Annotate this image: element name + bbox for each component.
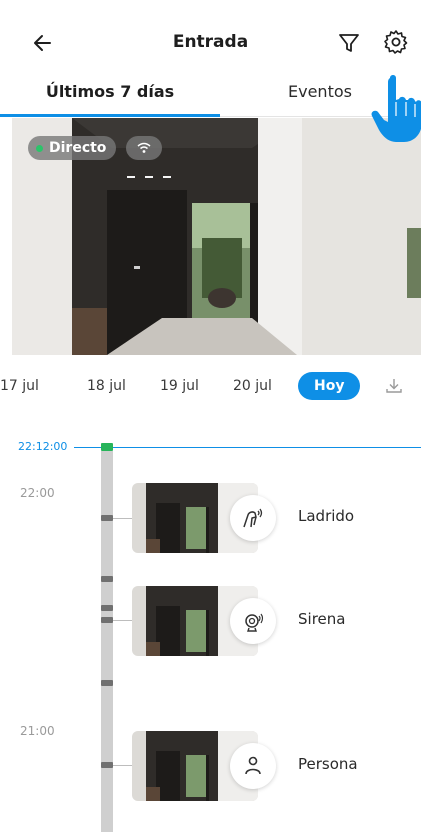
app-header: Entrada — [0, 0, 421, 80]
timeline-event-tick[interactable] — [101, 617, 113, 623]
filter-icon[interactable] — [336, 30, 362, 56]
download-icon[interactable] — [384, 376, 404, 396]
timeline-event-tick[interactable] — [101, 515, 113, 521]
tab-last-7-days[interactable]: Últimos 7 días — [0, 82, 220, 101]
tab-bar: Últimos 7 días Eventos — [0, 78, 421, 118]
gear-icon[interactable] — [382, 28, 410, 56]
live-badge: Directo — [28, 136, 117, 160]
date-selector: 17 jul 18 jul 19 jul 20 jul Hoy — [0, 370, 421, 404]
signal-badge — [126, 136, 162, 160]
date-item[interactable]: 19 jul — [160, 378, 199, 394]
siren-icon — [230, 598, 276, 644]
tab-events[interactable]: Eventos — [288, 82, 352, 101]
event-card[interactable]: Ladrido — [132, 483, 421, 553]
tab-active-indicator — [0, 114, 220, 117]
live-dot — [36, 144, 43, 152]
event-connector — [113, 765, 133, 766]
current-time-line-left — [74, 447, 84, 448]
wifi-icon — [137, 142, 151, 153]
date-item[interactable]: 20 jul — [233, 378, 272, 394]
hour-label: 21:00 — [20, 724, 55, 738]
hour-label: 22:00 — [20, 486, 55, 500]
current-time-label: 22:12:00 — [18, 440, 68, 453]
pointing-hand-icon — [371, 75, 421, 142]
current-time-marker — [101, 443, 113, 451]
timeline-event-tick[interactable] — [101, 605, 113, 611]
timeline-track[interactable] — [101, 451, 113, 832]
event-label: Persona — [298, 755, 358, 773]
timeline-event-tick[interactable] — [101, 762, 113, 768]
event-card[interactable]: Sirena — [132, 586, 421, 656]
timeline-event-tick[interactable] — [101, 576, 113, 582]
event-label: Ladrido — [298, 507, 355, 525]
person-icon — [230, 743, 276, 789]
event-label: Sirena — [298, 610, 346, 628]
date-item[interactable]: 17 jul — [0, 378, 39, 394]
current-time-line — [84, 447, 421, 448]
dog-bark-icon — [230, 495, 276, 541]
live-label: Directo — [49, 140, 107, 156]
event-connector — [113, 518, 133, 519]
timeline-event-tick[interactable] — [101, 680, 113, 686]
date-item[interactable]: 18 jul — [87, 378, 126, 394]
date-today[interactable]: Hoy — [298, 372, 361, 400]
event-connector — [113, 620, 133, 621]
event-card[interactable]: Persona — [132, 731, 421, 801]
